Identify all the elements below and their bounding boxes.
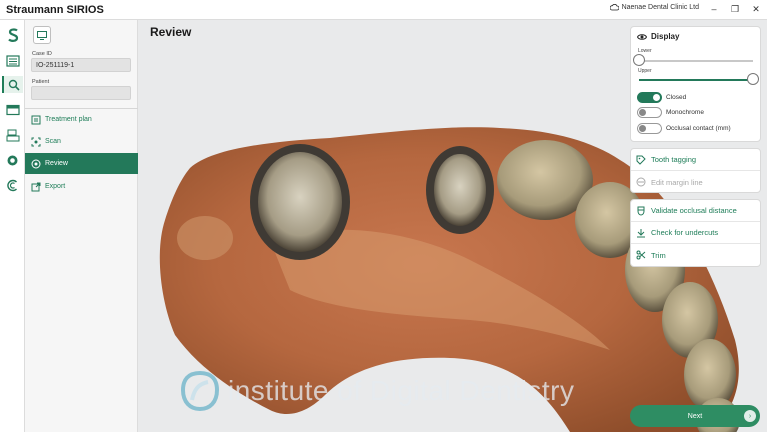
watermark-text: institute of Digital Dentistry — [228, 375, 575, 406]
margin-line-icon — [636, 177, 646, 187]
minimize-icon[interactable]: – — [709, 3, 719, 15]
occlusal-distance-icon — [637, 206, 645, 216]
next-button[interactable]: Next › — [630, 405, 760, 427]
search-icon[interactable] — [2, 76, 23, 93]
lower-slider-track[interactable] — [639, 60, 753, 62]
check-for-undercuts-button[interactable]: Check for undercuts — [631, 222, 760, 244]
tooth-tagging-button[interactable]: Tooth tagging — [631, 149, 760, 171]
restore-icon[interactable]: ❐ — [730, 3, 740, 15]
left-rail — [0, 20, 25, 432]
trim-button[interactable]: Trim — [631, 244, 760, 266]
page-title: Review — [150, 25, 192, 39]
analysis-tools-panel: Validate occlusal distance Check for und… — [630, 199, 761, 267]
folder-icon[interactable] — [4, 101, 21, 118]
title-bar: Straumann SIRIOS Naenae Dental Clinic Lt… — [0, 0, 767, 20]
nav-label: Export — [45, 183, 66, 190]
case-id-field[interactable]: IO-251119-1 — [31, 58, 131, 72]
next-label: Next — [687, 412, 703, 420]
export-icon — [31, 182, 41, 191]
eye-icon — [637, 33, 647, 40]
lower-slider-knob[interactable] — [633, 54, 645, 66]
edit-margin-line-button: Edit margin line — [631, 171, 760, 193]
toggle-label: Closed — [666, 94, 687, 101]
watermark: institute of Digital Dentistry — [180, 370, 574, 412]
nav-treatment-plan[interactable]: Treatment plan — [25, 109, 138, 130]
prep-tooth-2 — [434, 154, 486, 226]
toggle-switch[interactable] — [637, 123, 662, 134]
scissors-icon — [636, 250, 646, 260]
display-panel: Display Lower Upper Closed Monochrome Oc… — [630, 26, 761, 142]
review-icon — [31, 159, 41, 168]
toggle-occlusal-contact[interactable]: Occlusal contact (mm) — [637, 123, 731, 134]
upper-slider-track[interactable] — [639, 79, 753, 81]
display-title: Display — [651, 32, 680, 41]
nav-scan[interactable]: Scan — [25, 131, 138, 152]
upper-slider-knob[interactable] — [747, 73, 759, 85]
app-title: Straumann SIRIOS — [6, 3, 104, 16]
tool-label: Tooth tagging — [651, 155, 697, 164]
validate-occlusal-distance-button[interactable]: Validate occlusal distance — [631, 200, 760, 222]
toggle-label: Occlusal contact (mm) — [666, 125, 731, 132]
toggle-closed[interactable]: Closed — [637, 92, 686, 103]
toggle-monochrome[interactable]: Monochrome — [637, 107, 704, 118]
idd-logo-icon — [180, 370, 220, 412]
prep-tooth-1 — [258, 152, 342, 252]
tool-label: Validate occlusal distance — [651, 206, 737, 215]
patient-field[interactable] — [31, 86, 131, 100]
chevron-right-icon: › — [744, 410, 756, 422]
device-button[interactable] — [33, 26, 51, 44]
tagging-tools-panel: Tooth tagging Edit margin line — [630, 148, 761, 193]
nav-label: Review — [45, 160, 68, 167]
scan-icon — [31, 137, 41, 146]
logo-c-icon[interactable] — [4, 177, 21, 194]
tooth-tag-icon — [636, 155, 646, 165]
tool-label: Edit margin line — [651, 177, 703, 187]
nav-label: Treatment plan — [45, 116, 92, 123]
case-id-label: Case ID — [32, 51, 52, 57]
circle-icon[interactable] — [4, 152, 21, 169]
straumann-logo-icon[interactable] — [4, 26, 21, 43]
nav-label: Scan — [45, 138, 61, 145]
clipboard-icon — [31, 115, 41, 124]
toggle-switch[interactable] — [637, 107, 662, 118]
scanner-icon[interactable] — [4, 127, 21, 144]
clinic-name: Naenae Dental Clinic Ltd — [621, 4, 699, 11]
tool-label: Trim — [651, 250, 666, 260]
tool-label: Check for undercuts — [651, 228, 719, 237]
upper-label: Upper — [638, 68, 652, 74]
nav-review[interactable]: Review — [25, 153, 138, 174]
nav-export[interactable]: Export — [25, 176, 138, 197]
patient-list-icon[interactable] — [4, 52, 21, 69]
close-icon[interactable]: ✕ — [751, 3, 761, 15]
toggle-label: Monochrome — [666, 109, 704, 116]
patient-label: Patient — [32, 79, 50, 85]
cloud-icon — [609, 4, 619, 11]
toggle-switch[interactable] — [637, 92, 662, 103]
undercut-icon — [637, 228, 645, 237]
case-panel: Case ID IO-251119-1 Patient Treatment pl… — [25, 20, 138, 432]
monitor-icon — [37, 30, 47, 40]
clinic-selector[interactable]: Naenae Dental Clinic Ltd — [609, 4, 699, 11]
ridge-bump — [177, 216, 233, 260]
